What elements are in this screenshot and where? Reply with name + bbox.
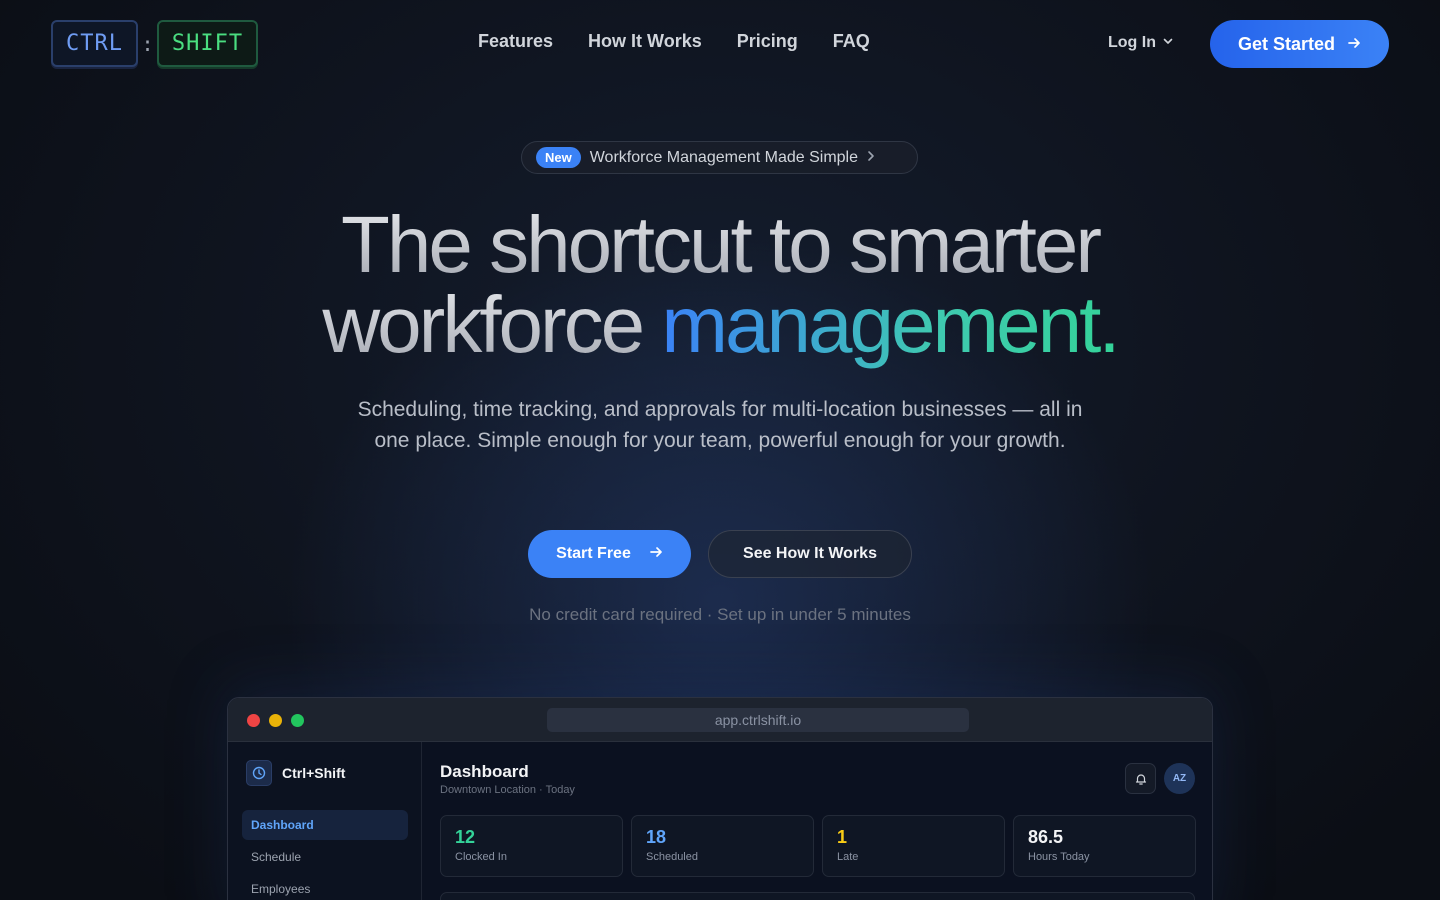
sidebar-item-employees[interactable]: Employees: [242, 874, 408, 900]
window-titlebar: app.ctrlshift.io: [228, 698, 1212, 742]
maximize-dot: [291, 714, 304, 727]
stat-value: 12: [455, 827, 476, 847]
activity-card: [440, 892, 1195, 900]
logo-ctrl-key: CTRL: [51, 20, 138, 67]
dashboard-title: Dashboard: [440, 762, 529, 781]
see-how-it-works-button[interactable]: See How It Works: [708, 530, 912, 578]
stat-value: 18: [646, 827, 667, 847]
close-dot: [247, 714, 260, 727]
signup-note: No credit card required · Set up in unde…: [529, 605, 911, 624]
logo[interactable]: CTRL : SHIFT: [51, 20, 258, 67]
app-sidebar: Ctrl+Shift Dashboard Schedule Employees: [228, 742, 422, 900]
avatar[interactable]: AZ: [1164, 763, 1195, 794]
new-tag: New: [536, 147, 581, 168]
app-brand-name: Ctrl+Shift: [282, 765, 346, 781]
dashboard-subtitle: Downtown Location · Today: [440, 784, 575, 796]
stat-card-hours-today: 86.5 Hours Today: [1013, 815, 1196, 877]
login-dropdown[interactable]: Log In: [1108, 34, 1174, 52]
start-free-label: Start Free: [556, 545, 631, 562]
headline-plain: workforce: [322, 280, 662, 369]
bell-icon[interactable]: [1125, 763, 1156, 794]
start-free-button[interactable]: Start Free: [528, 530, 691, 578]
stat-label: Clocked In: [455, 851, 507, 863]
get-started-button[interactable]: Get Started: [1210, 20, 1389, 68]
minimize-dot: [269, 714, 282, 727]
arrow-right-icon: [1347, 34, 1361, 55]
login-label: Log In: [1108, 34, 1156, 51]
headline-line-1: The shortcut to smarter: [0, 205, 1440, 285]
app-brand: Ctrl+Shift: [246, 760, 345, 786]
chevron-right-icon: [866, 149, 876, 167]
logo-shift-key: SHIFT: [157, 20, 258, 67]
stat-label: Hours Today: [1028, 851, 1090, 863]
stat-card-clocked-in: 12 Clocked In: [440, 815, 623, 877]
announcement-badge[interactable]: New Workforce Management Made Simple: [521, 141, 918, 174]
stat-card-scheduled: 18 Scheduled: [631, 815, 814, 877]
app-preview-window: app.ctrlshift.io Ctrl+Shift Dashboard Sc…: [227, 697, 1213, 900]
badge-text: Workforce Management Made Simple: [589, 148, 858, 166]
chevron-down-icon: [1162, 34, 1174, 52]
get-started-label: Get Started: [1237, 33, 1336, 54]
hero-subtitle: Scheduling, time tracking, and approvals…: [357, 398, 1083, 452]
nav-link-pricing[interactable]: Pricing: [737, 31, 798, 52]
sidebar-item-dashboard[interactable]: Dashboard: [242, 810, 408, 840]
clock-icon: [246, 760, 272, 786]
headline-line-2: workforce management.: [0, 285, 1440, 365]
sidebar-item-schedule[interactable]: Schedule: [242, 842, 408, 872]
headline-accent: management.: [661, 280, 1120, 369]
arrow-right-icon: [649, 545, 663, 564]
nav-link-how-it-works[interactable]: How It Works: [588, 31, 702, 52]
nav-link-features[interactable]: Features: [478, 31, 553, 52]
top-nav: CTRL : SHIFT Features How It Works Prici…: [0, 0, 1440, 88]
stat-card-late: 1 Late: [822, 815, 1005, 877]
logo-separator: :: [141, 31, 154, 56]
stat-label: Scheduled: [646, 851, 698, 863]
nav-links: Features How It Works Pricing FAQ: [478, 31, 870, 52]
app-main: Dashboard Downtown Location · Today AZ 1…: [422, 742, 1212, 900]
stat-label: Late: [837, 851, 859, 863]
url-bar: app.ctrlshift.io: [547, 708, 969, 732]
hero-headline: The shortcut to smarter workforce manage…: [0, 205, 1440, 365]
stat-value: 1: [837, 827, 848, 847]
stat-value: 86.5: [1028, 827, 1064, 847]
nav-link-faq[interactable]: FAQ: [833, 31, 870, 52]
